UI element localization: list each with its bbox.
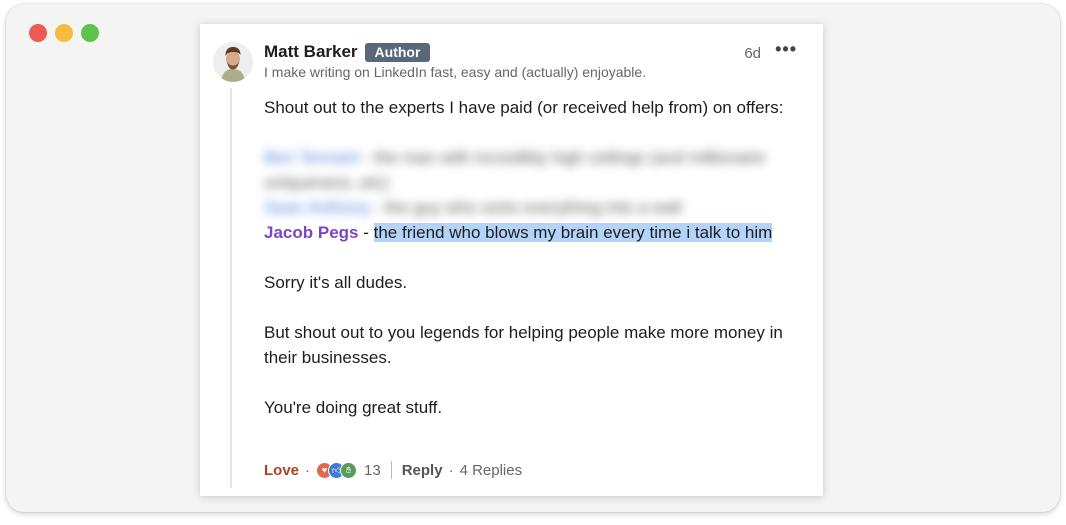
blurred-text: Ben Tennant - the man with incredibly hi… — [264, 145, 820, 220]
thread-line — [230, 88, 232, 488]
separator-dot-2: · — [448, 461, 454, 479]
replies-count-link[interactable]: 4 Replies — [460, 462, 523, 479]
close-dot-icon[interactable] — [29, 24, 47, 42]
comment-header: Matt Barker Author I make writing on Lin… — [264, 42, 646, 80]
comment-line-sorry: Sorry it's all dudes. — [264, 273, 408, 292]
support-hand-icon: ✋︎ — [340, 461, 358, 479]
more-horizontal-icon[interactable]: ••• — [775, 39, 797, 60]
love-reaction-button[interactable]: Love — [264, 462, 299, 479]
author-name[interactable]: Matt Barker — [264, 42, 358, 62]
minimize-dot-icon[interactable] — [55, 24, 73, 42]
avatar-person-icon — [213, 42, 253, 82]
comment-intro: Shout out to the experts I have paid (or… — [264, 98, 784, 117]
footer-divider — [390, 461, 392, 479]
reply-button[interactable]: Reply — [402, 462, 443, 479]
comment-footer: Love · ♥ 👍︎ ✋︎ 13 Reply · 4 Replies — [264, 461, 522, 479]
maximize-dot-icon[interactable] — [81, 24, 99, 42]
blurred-mention-2: Sean Anthony — [264, 198, 370, 217]
comment-line-great: You're doing great stuff. — [264, 398, 443, 417]
blurred-mention-1: Ben Tennant — [264, 148, 360, 167]
mention-line: Jacob Pegs - the friend who blows my bra… — [264, 220, 820, 245]
author-headline: I make writing on LinkedIn fast, easy an… — [264, 64, 647, 80]
comment-card: Matt Barker Author I make writing on Lin… — [200, 24, 823, 496]
comment-line-thanks: But shout out to you legends for helping… — [264, 323, 783, 367]
reaction-icons[interactable]: ♥ 👍︎ ✋︎ — [316, 461, 358, 479]
reaction-count[interactable]: 13 — [364, 462, 381, 479]
mention-jacob-pegs[interactable]: Jacob Pegs — [264, 223, 359, 242]
separator-dot: · — [305, 461, 311, 479]
timestamp: 6d — [744, 45, 761, 62]
window-controls — [29, 24, 99, 42]
blurred-line-2: - the guy who sorts everything into a wa… — [369, 198, 682, 217]
author-badge: Author — [364, 42, 431, 62]
avatar[interactable] — [213, 42, 253, 82]
comment-body: Shout out to the experts I have paid (or… — [264, 95, 820, 420]
mention-separator: - — [358, 223, 374, 242]
app-window: Matt Barker Author I make writing on Lin… — [6, 4, 1060, 512]
highlighted-text: the friend who blows my brain every time… — [373, 223, 773, 242]
